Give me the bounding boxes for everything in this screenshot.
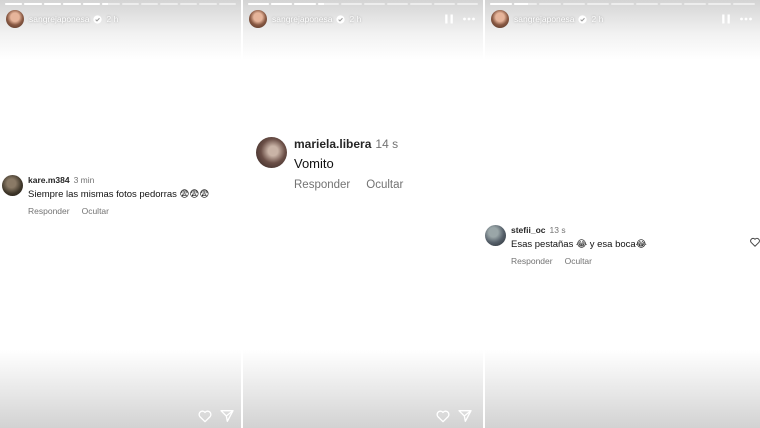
reply-button[interactable]: Responder (511, 256, 553, 266)
progress-segment (271, 3, 293, 5)
progress-segment (635, 3, 658, 5)
send-icon[interactable] (457, 408, 473, 424)
story-footer (197, 408, 235, 424)
story-header: sangrejaponesa 2 h (249, 9, 477, 29)
post-time: 2 h (349, 14, 362, 24)
comment-text: Esas pestañas 😂 y esa boca😂 (511, 239, 647, 250)
account-username[interactable]: sangrejaponesa (29, 14, 90, 24)
comment-text-part-1: Esas pestañas (511, 239, 574, 250)
commenter-avatar[interactable] (256, 137, 287, 168)
progress-segment (562, 3, 586, 5)
commenter-avatar[interactable] (485, 225, 506, 246)
progress-segment (364, 3, 386, 5)
hide-button[interactable]: Ocultar (82, 206, 109, 216)
comment: kare.m384 3 min Siempre las mismas fotos… (2, 175, 209, 216)
story-panel-2: sangrejaponesa 2 h mariela.libera 14 s V… (243, 0, 483, 428)
progress-segment (410, 3, 432, 5)
pause-icon[interactable] (718, 11, 734, 27)
hide-button[interactable]: Ocultar (565, 256, 592, 266)
story-header: sangrejaponesa 2 h (491, 9, 754, 29)
progress-segment (514, 3, 537, 5)
progress-segment (179, 3, 198, 5)
comment-emojis: 😨😨😨 (179, 189, 210, 200)
pause-icon[interactable] (441, 11, 457, 27)
account-avatar[interactable] (6, 10, 24, 28)
commenter-username[interactable]: kare.m384 (28, 175, 70, 185)
progress-segment (294, 3, 316, 5)
comment: mariela.libera 14 s Vomito Responder Ocu… (256, 137, 403, 191)
progress-segment (433, 3, 455, 5)
story-panel-3: sangrejaponesa 2 h stefii_oc 13 s Esas p… (485, 0, 760, 428)
like-comment-heart-icon[interactable] (749, 235, 760, 247)
comment-time: 14 s (375, 137, 399, 151)
progress-segment (43, 3, 62, 5)
progress-segment (456, 3, 479, 5)
reply-button[interactable]: Responder (294, 179, 350, 191)
heart-icon[interactable] (435, 408, 451, 424)
progress-segment (63, 3, 81, 5)
story-footer (435, 408, 473, 424)
progress-segment (102, 3, 120, 5)
progress-segment (708, 3, 731, 5)
progress-segment (199, 3, 217, 5)
comment-time: 3 min (73, 175, 95, 185)
account-username[interactable]: sangrejaponesa (514, 14, 575, 24)
progress-segment (587, 3, 610, 5)
commenter-username[interactable]: stefii_oc (511, 225, 546, 235)
account-avatar[interactable] (491, 10, 509, 28)
story-progress-bar (490, 3, 755, 5)
progress-segment (538, 3, 561, 5)
verified-badge-icon (92, 14, 102, 24)
comment-text: Siempre las mismas fotos pedorras 😨😨😨 (28, 189, 209, 200)
comment-text-main: Siempre las mismas fotos pedorras (28, 189, 177, 200)
story-header: sangrejaponesa 2 h (6, 9, 235, 29)
progress-segment (732, 3, 755, 5)
hide-button[interactable]: Ocultar (366, 179, 403, 191)
progress-segment (5, 3, 23, 5)
comment-time: 13 s (549, 225, 566, 235)
post-time: 2 h (106, 14, 119, 24)
progress-segment (24, 3, 42, 5)
progress-segment (684, 3, 707, 5)
progress-segment (387, 3, 409, 5)
verified-badge-icon (577, 14, 587, 24)
progress-segment (248, 3, 270, 5)
laughing-emoji: 😂 (575, 239, 588, 250)
progress-segment (317, 3, 339, 5)
verified-badge-icon (335, 14, 345, 24)
laughing-emoji: 😂 (635, 239, 647, 250)
reply-button[interactable]: Responder (28, 206, 70, 216)
story-progress-bar (248, 3, 479, 5)
comment-text-part-2: y esa boca (589, 239, 636, 250)
comment: stefii_oc 13 s Esas pestañas 😂 y esa boc… (485, 225, 647, 266)
post-time: 2 h (591, 14, 604, 24)
progress-segment (490, 3, 513, 5)
progress-segment (611, 3, 634, 5)
progress-segment (659, 3, 683, 5)
heart-icon[interactable] (197, 408, 213, 424)
more-options-icon[interactable] (738, 11, 754, 27)
commenter-username[interactable]: mariela.libera (294, 137, 371, 151)
progress-segment (218, 3, 237, 5)
progress-segment (121, 3, 139, 5)
send-icon[interactable] (219, 408, 235, 424)
progress-segment (140, 3, 159, 5)
more-options-icon[interactable] (461, 11, 477, 27)
account-username[interactable]: sangrejaponesa (272, 14, 333, 24)
commenter-avatar[interactable] (2, 175, 23, 196)
progress-segment (82, 3, 101, 5)
story-progress-bar (5, 3, 237, 5)
progress-segment (160, 3, 178, 5)
progress-segment (340, 3, 363, 5)
comment-text: Vomito (294, 156, 334, 171)
account-avatar[interactable] (249, 10, 267, 28)
story-panel-1: sangrejaponesa 2 h kare.m384 3 min Siemp… (0, 0, 241, 428)
